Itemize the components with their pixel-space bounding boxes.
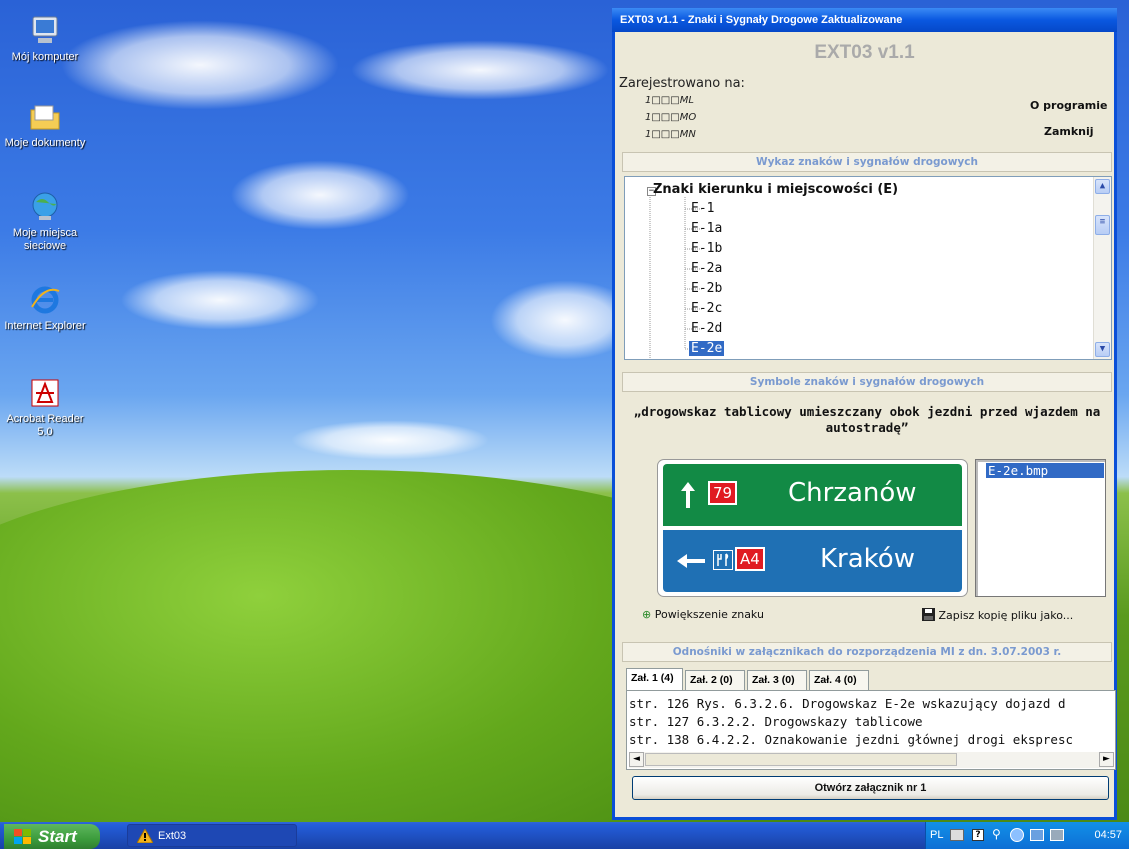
desktop-icon-label: Acrobat Reader 5.0	[6, 413, 84, 438]
ref-row[interactable]: str. 127 6.3.2.2. Drogowskazy tablicowe	[629, 714, 923, 729]
tab-attachment-3[interactable]: Zał. 3 (0)	[747, 670, 807, 690]
save-copy-link[interactable]: Zapisz kopię pliku jako...	[922, 608, 1073, 622]
registered-line: 1□□□ML	[645, 95, 694, 106]
open-attachment-button[interactable]: Otwórz załącznik nr 1	[632, 776, 1109, 800]
cloud	[290, 420, 490, 460]
start-label: Start	[38, 827, 77, 846]
sign-description: „drogowskaz tablicowy umieszczany obok j…	[633, 404, 1101, 435]
internet-explorer-icon	[28, 283, 62, 317]
motorway-badge: A4	[735, 547, 765, 571]
cloud	[120, 270, 320, 330]
cloud	[350, 40, 610, 100]
desktop-icon-label: Moje dokumenty	[4, 137, 86, 149]
warning-triangle-icon	[137, 829, 153, 843]
usb-icon[interactable]: ⚲	[992, 827, 1001, 841]
ref-row[interactable]: str. 126 Rys. 6.3.2.6. Drogowskaz E-2e w…	[629, 696, 1066, 711]
app-title: EXT03 v1.1	[814, 42, 915, 63]
taskbar: Start Ext03 PL ? ⚲ 04:57	[0, 822, 1129, 849]
sign-image: 79 Chrzanów A4 Kraków	[658, 460, 967, 596]
desktop-icon-my-computer[interactable]: Mój komputer	[3, 14, 87, 64]
keyboard-icon[interactable]	[950, 829, 964, 841]
tree-scrollbar[interactable]: ▲ ≡ ▼	[1093, 177, 1111, 359]
desktop-icon-acrobat[interactable]: Acrobat Reader 5.0	[3, 376, 87, 439]
desktop-icon-label: Moje miejsca sieciowe	[12, 227, 78, 252]
scroll-down-icon[interactable]: ▼	[1095, 342, 1110, 357]
speaker-icon[interactable]	[1010, 828, 1024, 842]
tree-item[interactable]: E-2c	[689, 301, 724, 316]
tree-item[interactable]: E-1	[689, 201, 716, 216]
desktop-icon-ie[interactable]: Internet Explorer	[3, 283, 87, 333]
close-button[interactable]: Zamknij	[1044, 125, 1094, 138]
sign-destination: Chrzanów	[788, 478, 917, 508]
taskbar-app-label: Ext03	[158, 830, 187, 842]
language-indicator[interactable]: PL	[930, 822, 943, 849]
tab-attachment-4[interactable]: Zał. 4 (0)	[809, 670, 869, 690]
desktop-icon-label: Mój komputer	[11, 51, 79, 63]
desktop-icon-my-documents[interactable]: Moje dokumenty	[3, 100, 87, 150]
window-title-bar[interactable]: EXT03 v1.1 - Znaki i Sygnały Drogowe Zak…	[612, 8, 1117, 32]
zoom-sign-label: Powiększenie znaku	[654, 608, 764, 621]
network-icon[interactable]	[1030, 829, 1044, 841]
registered-line: 1□□□MN	[645, 129, 696, 140]
tree-item[interactable]: E-1b	[689, 241, 724, 256]
symbols-section-header: Symbole znaków i sygnałów drogowych	[622, 372, 1112, 392]
file-list-item[interactable]: E-2e.bmp	[986, 463, 1104, 478]
scroll-right-icon[interactable]: ►	[1099, 752, 1114, 767]
refs-list[interactable]: str. 126 Rys. 6.3.2.6. Drogowskaz E-2e w…	[626, 690, 1116, 770]
registered-label: Zarejestrowano na:	[619, 76, 745, 91]
tree-item[interactable]: E-1a	[689, 221, 724, 236]
windows-logo-icon	[14, 829, 31, 844]
scroll-left-icon[interactable]: ◄	[629, 752, 644, 767]
monitor-icon[interactable]	[1050, 829, 1064, 841]
tree-item[interactable]: E-2a	[689, 261, 724, 276]
computer-icon	[28, 14, 62, 48]
tree-item[interactable]: E-2d	[689, 321, 724, 336]
refs-horizontal-scrollbar[interactable]: ◄ ►	[629, 752, 1114, 768]
refs-section-header: Odnośniki w załącznikach do rozporządzen…	[622, 642, 1112, 662]
folder-icon	[28, 100, 62, 134]
list-section-header: Wykaz znaków i sygnałów drogowych	[622, 152, 1112, 172]
acrobat-reader-icon	[28, 376, 62, 410]
tab-attachment-1[interactable]: Zał. 1 (4)	[626, 668, 683, 691]
route-number-badge: 79	[708, 481, 738, 505]
save-copy-label: Zapisz kopię pliku jako...	[938, 609, 1074, 622]
scroll-thumb[interactable]: ≡	[1095, 215, 1110, 235]
clock[interactable]: 04:57	[1094, 822, 1122, 849]
scroll-up-icon[interactable]: ▲	[1095, 179, 1110, 194]
network-globe-icon	[28, 190, 62, 224]
arrow-up-icon	[681, 482, 695, 508]
tree-item-selected[interactable]: E-2e	[689, 341, 725, 356]
tree-item[interactable]: E-2b	[689, 281, 724, 296]
about-button[interactable]: O programie	[1030, 99, 1107, 112]
sign-tree[interactable]: − Znaki kierunku i miejscowości (E) E-1 …	[624, 176, 1112, 360]
floppy-disk-icon	[922, 608, 935, 621]
tab-attachment-2[interactable]: Zał. 2 (0)	[685, 670, 745, 690]
desktop-icon-network[interactable]: Moje miejsca sieciowe	[3, 190, 87, 253]
cloud	[60, 20, 340, 110]
desktop-icon-label: Internet Explorer	[4, 320, 86, 332]
arrow-left-icon	[677, 554, 705, 568]
zoom-sign-link[interactable]: ⊕ Powiększenie znaku	[642, 608, 764, 621]
sign-bottom-panel: A4 Kraków	[663, 530, 962, 592]
magnifier-icon: ⊕	[642, 608, 652, 621]
start-button[interactable]: Start	[4, 824, 100, 849]
help-icon[interactable]: ?	[972, 829, 984, 841]
sign-destination: Kraków	[820, 544, 915, 574]
taskbar-app-button[interactable]: Ext03	[127, 824, 297, 847]
scroll-thumb[interactable]	[645, 753, 957, 766]
registered-line: 1□□□MO	[645, 112, 697, 123]
restaurant-icon	[713, 550, 733, 570]
ref-row[interactable]: str. 138 6.4.2.2. Oznakowanie jezdni głó…	[629, 732, 1073, 747]
tree-root[interactable]: Znaki kierunku i miejscowości (E)	[653, 182, 898, 197]
cloud	[230, 160, 410, 230]
file-list[interactable]: E-2e.bmp	[975, 459, 1106, 597]
system-tray: PL ? ⚲ 04:57	[925, 822, 1129, 849]
sign-top-panel: 79 Chrzanów	[663, 464, 962, 526]
